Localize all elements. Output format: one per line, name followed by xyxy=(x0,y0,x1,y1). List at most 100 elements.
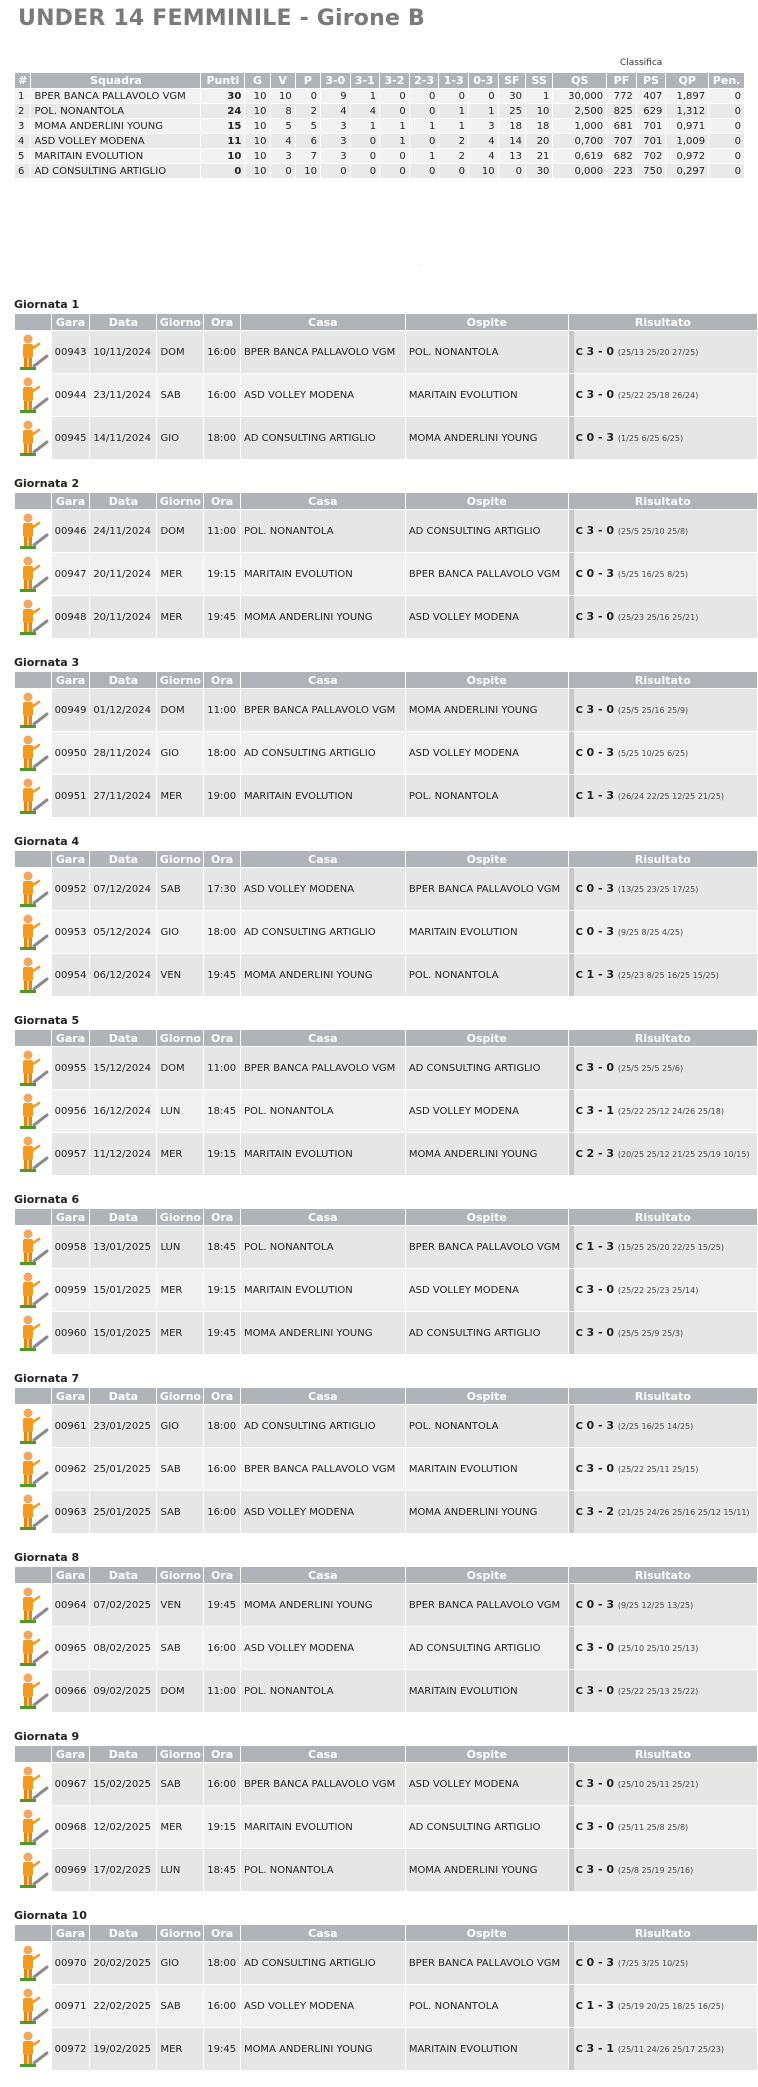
match-day: DOM xyxy=(156,688,205,732)
match-row[interactable]: 00965 08/02/2025 SAB 16:00 ASD VOLLEY MODENA… xyxy=(14,1626,758,1670)
match-icon-cell[interactable] xyxy=(14,1268,52,1312)
match-row[interactable]: 00953 05/12/2024 GIO 18:00 AD CONSULTING ART… xyxy=(14,910,758,954)
match-icon-cell[interactable] xyxy=(14,867,52,911)
match-row[interactable]: 00958 13/01/2025 LUN 18:45 POL. NONANTOLA BPE… xyxy=(14,1225,758,1269)
match-row[interactable]: 00959 15/01/2025 MER 19:15 MARITAIN EVOLUTIO… xyxy=(14,1268,758,1312)
standings-cell: 4 xyxy=(468,148,499,164)
round-col-casa: Casa xyxy=(239,1208,406,1226)
match-row[interactable]: 00963 25/01/2025 SAB 16:00 ASD VOLLEY MODENA… xyxy=(14,1490,758,1534)
match-icon-cell[interactable] xyxy=(14,2027,52,2071)
match-time: 19:00 xyxy=(203,774,241,818)
match-row[interactable]: 00962 25/01/2025 SAB 16:00 BPER BANCA PALLAV… xyxy=(14,1447,758,1491)
result-score: 1 - 3 xyxy=(586,789,618,802)
standings-team-name: AD CONSULTING ARTIGLIO xyxy=(30,163,202,179)
volleyball-referee-icon xyxy=(19,1050,49,1086)
match-row[interactable]: 00943 10/11/2024 DOM 16:00 BPER BANCA PALLAV… xyxy=(14,330,758,374)
match-time: 16:00 xyxy=(203,330,241,374)
match-icon-cell[interactable] xyxy=(14,953,52,997)
match-row[interactable]: 00966 09/02/2025 DOM 11:00 POL. NONANTOLA MAR… xyxy=(14,1669,758,1713)
match-row[interactable]: 00951 27/11/2024 MER 19:00 MARITAIN EVOLUTIO… xyxy=(14,774,758,818)
match-time: 11:00 xyxy=(203,509,241,553)
match-icon-cell[interactable] xyxy=(14,1490,52,1534)
result-bar xyxy=(569,689,574,731)
match-icon-cell[interactable] xyxy=(14,910,52,954)
match-icon-cell[interactable] xyxy=(14,1132,52,1176)
match-row[interactable]: 00960 15/01/2025 MER 19:45 MOMA ANDERLINI YO… xyxy=(14,1311,758,1355)
match-row[interactable]: 00947 20/11/2024 MER 19:15 MARITAIN EVOLUTIO… xyxy=(14,552,758,596)
match-row[interactable]: 00968 12/02/2025 MER 19:15 MARITAIN EVOLUTIO… xyxy=(14,1805,758,1849)
match-row[interactable]: 00967 15/02/2025 SAB 16:00 BPER BANCA PALLAV… xyxy=(14,1762,758,1806)
result-score: 3 - 0 xyxy=(586,1863,618,1876)
match-icon-cell[interactable] xyxy=(14,1225,52,1269)
match-row[interactable]: 00950 28/11/2024 GIO 18:00 AD CONSULTING ART… xyxy=(14,731,758,775)
match-home-team: AD CONSULTING ARTIGLIO xyxy=(239,910,406,954)
match-icon-cell[interactable] xyxy=(14,1089,52,1133)
standings-cell: 30,000 xyxy=(552,88,608,104)
volleyball-referee-icon xyxy=(19,1315,49,1351)
match-row[interactable]: 00952 07/12/2024 SAB 17:30 ASD VOLLEY MODENA… xyxy=(14,867,758,911)
match-home-team: MOMA ANDERLINI YOUNG xyxy=(239,953,406,997)
match-icon-cell[interactable] xyxy=(14,1941,52,1985)
match-row[interactable]: 00971 22/02/2025 SAB 16:00 ASD VOLLEY MODENA… xyxy=(14,1984,758,2028)
match-gara: 00962 xyxy=(50,1447,91,1491)
result-sets: (25/22 25/12 24/26 25/18) xyxy=(617,1107,724,1116)
match-icon-cell[interactable] xyxy=(14,774,52,818)
match-gara: 00958 xyxy=(50,1225,91,1269)
match-gara: 00961 xyxy=(50,1404,91,1448)
match-icon-cell[interactable] xyxy=(14,1805,52,1849)
match-row[interactable]: 00970 20/02/2025 GIO 18:00 AD CONSULTING ART… xyxy=(14,1941,758,1985)
round-col-data: Data xyxy=(89,1029,158,1047)
round-col-giorno: Giorno xyxy=(156,1208,205,1226)
match-row[interactable]: 00944 23/11/2024 SAB 16:00 ASD VOLLEY MODENA… xyxy=(14,373,758,417)
match-home-team: MOMA ANDERLINI YOUNG xyxy=(239,595,406,639)
round-col-gara: Gara xyxy=(50,1387,91,1405)
match-result: C 1 - 3 (25/23 8/25 16/25 15/25) xyxy=(567,953,758,997)
match-row[interactable]: 00961 23/01/2025 GIO 18:00 AD CONSULTING ART… xyxy=(14,1404,758,1448)
match-away-team: AD CONSULTING ARTIGLIO xyxy=(404,1046,569,1090)
match-icon-cell[interactable] xyxy=(14,1669,52,1713)
standings-cell: 1,897 xyxy=(665,88,710,104)
standings-cell: 2 xyxy=(294,103,321,119)
match-row[interactable]: 00949 01/12/2024 DOM 11:00 BPER BANCA PALLAV… xyxy=(14,688,758,732)
match-row[interactable]: 00957 11/12/2024 MER 19:15 MARITAIN EVOLUTIO… xyxy=(14,1132,758,1176)
match-icon-cell[interactable] xyxy=(14,595,52,639)
match-icon-cell[interactable] xyxy=(14,1583,52,1627)
match-icon-cell[interactable] xyxy=(14,1311,52,1355)
match-icon-cell[interactable] xyxy=(14,1848,52,1892)
standings-cell: 0 xyxy=(438,163,469,179)
match-row[interactable]: 00956 16/12/2024 LUN 18:45 POL. NONANTOLA ASD… xyxy=(14,1089,758,1133)
match-icon-cell[interactable] xyxy=(14,1046,52,1090)
match-icon-cell[interactable] xyxy=(14,688,52,732)
standings-col-2: Punti xyxy=(200,72,246,89)
match-row[interactable]: 00948 20/11/2024 MER 19:45 MOMA ANDERLINI YO… xyxy=(14,595,758,639)
match-row[interactable]: 00955 15/12/2024 DOM 11:00 BPER BANCA PALLAV… xyxy=(14,1046,758,1090)
match-icon-cell[interactable] xyxy=(14,373,52,417)
match-row[interactable]: 00945 14/11/2024 GIO 18:00 AD CONSULTING ART… xyxy=(14,416,758,460)
result-score: 3 - 0 xyxy=(586,703,618,716)
standings-team-name: POL. NONANTOLA xyxy=(30,103,202,119)
match-date: 20/11/2024 xyxy=(89,595,158,639)
match-icon-cell[interactable] xyxy=(14,1984,52,2028)
match-icon-cell[interactable] xyxy=(14,1626,52,1670)
match-icon-cell[interactable] xyxy=(14,1762,52,1806)
result-status: C xyxy=(575,1106,587,1117)
match-icon-cell[interactable] xyxy=(14,1447,52,1491)
match-icon-cell[interactable] xyxy=(14,731,52,775)
match-icon-cell[interactable] xyxy=(14,1404,52,1448)
round-header-row: Gara Data Giorno Ora Casa Ospite Risultato xyxy=(14,1208,758,1226)
match-row[interactable]: 00946 24/11/2024 DOM 11:00 POL. NONANTOLA AD … xyxy=(14,509,758,553)
match-row[interactable]: 00969 17/02/2025 LUN 18:45 POL. NONANTOLA MOM… xyxy=(14,1848,758,1892)
standings-cell: 1,009 xyxy=(665,133,710,149)
match-row[interactable]: 00972 19/02/2025 MER 19:45 MOMA ANDERLINI YO… xyxy=(14,2027,758,2071)
match-icon-cell[interactable] xyxy=(14,416,52,460)
match-time: 16:00 xyxy=(203,1762,241,1806)
match-row[interactable]: 00954 06/12/2024 VEN 19:45 MOMA ANDERLINI YO… xyxy=(14,953,758,997)
result-bar xyxy=(569,1763,574,1805)
result-sets: (5/25 10/25 6/25) xyxy=(617,749,689,758)
match-icon-cell[interactable] xyxy=(14,330,52,374)
match-result: C 3 - 0 (25/22 25/13 25/22) xyxy=(567,1669,758,1713)
match-icon-cell[interactable] xyxy=(14,509,52,553)
standings-caption: Classifica xyxy=(620,58,663,68)
match-row[interactable]: 00964 07/02/2025 VEN 19:45 MOMA ANDERLINI YO… xyxy=(14,1583,758,1627)
match-icon-cell[interactable] xyxy=(14,552,52,596)
